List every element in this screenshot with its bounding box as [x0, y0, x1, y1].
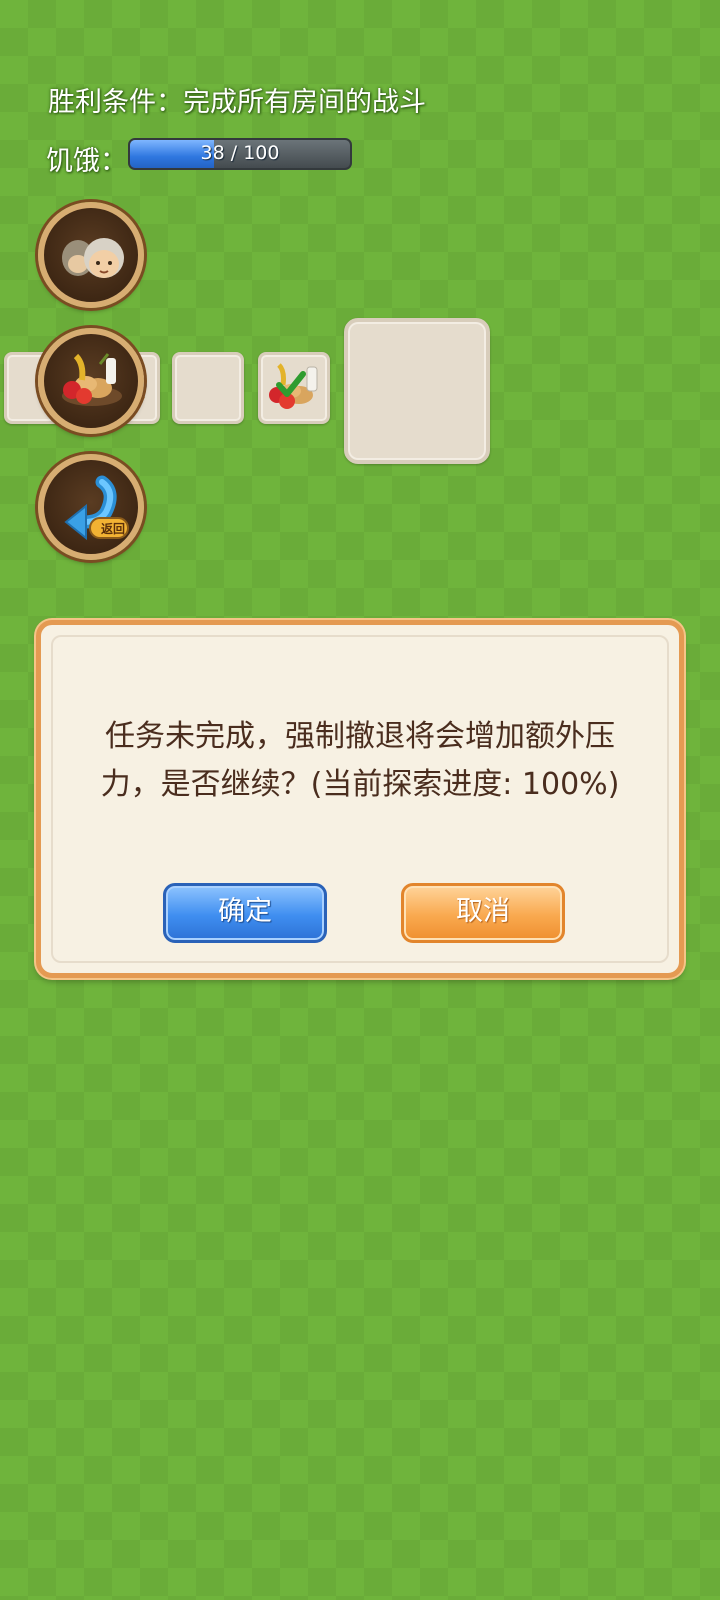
confirm-retreat-dialog: 任务未完成，强制撤退将会增加额外压 力，是否继续？(当前探索进度: 100%) … [36, 620, 684, 978]
dialog-message-line-1: 任务未完成，强制撤退将会增加额外压 [105, 719, 615, 754]
confirm-button[interactable]: 确定 [163, 883, 327, 943]
return-icon [64, 475, 129, 541]
character-button[interactable] [38, 202, 144, 308]
map-room-4[interactable] [258, 352, 330, 424]
dialog-message: 任务未完成，强制撤退将会增加额外压 力，是否继续？(当前探索进度: 100%) [81, 713, 639, 809]
map-room-3[interactable] [172, 352, 244, 424]
map-room-current[interactable] [344, 318, 490, 464]
cancel-button[interactable]: 取消 [401, 883, 565, 943]
food-button[interactable] [38, 328, 144, 434]
food-collected-icon [269, 363, 318, 409]
character-portrait-icon [62, 238, 124, 278]
victory-condition-text: 胜利条件：完成所有房间的战斗 [48, 87, 426, 118]
return-button[interactable]: 返回 [38, 454, 144, 560]
hunger-label: 饥饿： [46, 146, 127, 177]
return-label: 返回 [100, 522, 125, 536]
dialog-message-line-2: 力，是否继续？(当前探索进度: 100%) [100, 767, 620, 802]
hunger-value: 38 / 100 [200, 142, 280, 164]
hunger-bar: 38 / 100 [128, 138, 352, 170]
food-supplies-icon [62, 353, 122, 406]
